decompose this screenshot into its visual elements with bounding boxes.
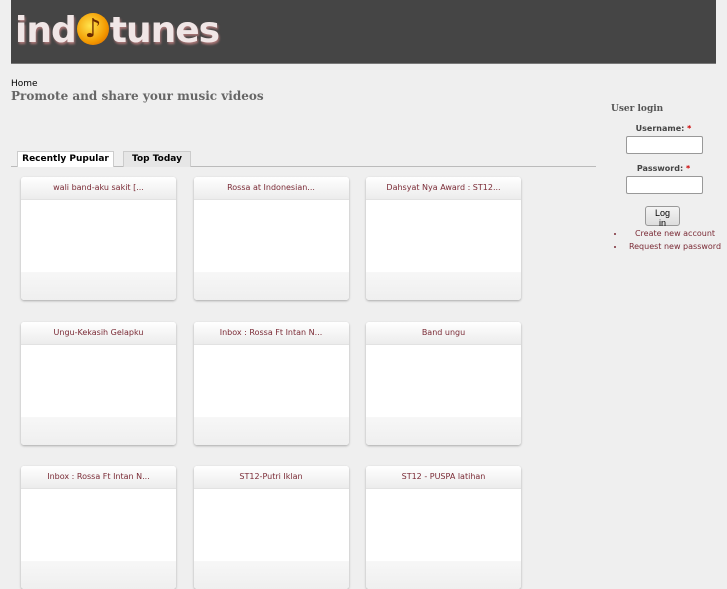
- video-card-footer: [21, 561, 176, 589]
- video-card-footer: [21, 272, 176, 300]
- header: ind ♪ tunes: [11, 0, 716, 64]
- video-title[interactable]: Rossa at Indonesian...: [193, 177, 349, 200]
- request-password-link[interactable]: Request new password: [625, 241, 725, 252]
- video-card[interactable]: Rossa at Indonesian...: [193, 177, 349, 300]
- music-note-icon: ♪: [76, 13, 109, 45]
- password-label: Password: *: [636, 164, 691, 173]
- video-card[interactable]: ST12 - PUSPA latihan: [366, 466, 521, 589]
- site-logo[interactable]: ind ♪ tunes: [15, 10, 220, 51]
- video-title[interactable]: Inbox : Rossa Ft Intan N...: [21, 466, 176, 489]
- video-title[interactable]: Inbox : Rossa Ft Intan N...: [193, 321, 349, 345]
- login-title: User login: [611, 104, 664, 114]
- tab-top-today[interactable]: Top Today: [123, 151, 191, 167]
- video-card-footer: [366, 416, 521, 445]
- login-button[interactable]: Log in: [645, 206, 680, 228]
- tab-recently-popular[interactable]: Recently Pupular: [17, 151, 114, 167]
- video-card-footer: [193, 561, 349, 589]
- video-card[interactable]: Ungu-Kekasih Gelapku: [21, 321, 176, 445]
- user-login-block: User login Username: * Password: * Log i…: [600, 104, 727, 254]
- username-label: Username: *: [635, 124, 692, 133]
- video-card-footer: [366, 272, 521, 300]
- video-card[interactable]: Dahsyat Nya Award : ST12...: [366, 177, 521, 300]
- video-card-footer: [193, 416, 349, 445]
- site-slogan: Promote and share your music videos: [11, 89, 264, 103]
- video-card[interactable]: ST12-Putri Iklan: [193, 466, 349, 589]
- video-card[interactable]: Band ungu: [366, 321, 521, 445]
- breadcrumb-home[interactable]: Home: [11, 79, 38, 89]
- video-card-footer: [366, 561, 521, 589]
- video-title[interactable]: ST12 - PUSPA latihan: [366, 466, 521, 489]
- video-card-footer: [21, 416, 176, 445]
- video-title[interactable]: Band ungu: [366, 321, 521, 345]
- video-title[interactable]: Ungu-Kekasih Gelapku: [21, 321, 176, 345]
- password-input[interactable]: [626, 176, 703, 194]
- video-card[interactable]: wali band-aku sakit [...: [21, 177, 176, 300]
- video-card[interactable]: Inbox : Rossa Ft Intan N...: [21, 466, 176, 589]
- tab-bar: Recently Pupular Top Today: [11, 151, 596, 167]
- username-input[interactable]: [626, 136, 703, 154]
- create-account-link[interactable]: Create new account: [625, 228, 725, 239]
- video-card-footer: [193, 272, 349, 300]
- video-card[interactable]: Inbox : Rossa Ft Intan N...: [193, 321, 349, 445]
- video-title[interactable]: ST12-Putri Iklan: [193, 466, 349, 489]
- video-title[interactable]: Dahsyat Nya Award : ST12...: [366, 177, 521, 200]
- video-title[interactable]: wali band-aku sakit [...: [21, 177, 176, 200]
